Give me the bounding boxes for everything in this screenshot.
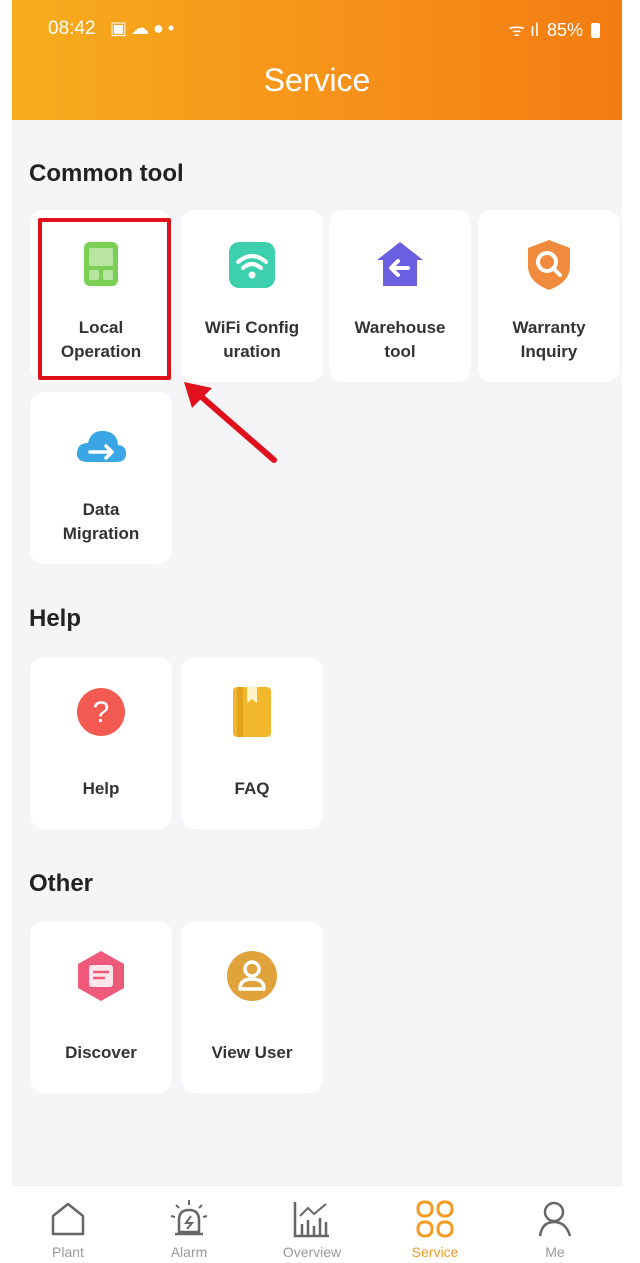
tile-label: FAQ <box>234 779 270 798</box>
help-question-icon: ? <box>77 688 125 736</box>
status-bar: 08:42 ▣☁●• ᯤ ıl 85% <box>12 0 622 56</box>
section-title-other: Other <box>29 870 94 897</box>
status-time: 08:42 <box>48 18 96 39</box>
tile-faq[interactable]: FAQ <box>181 657 323 829</box>
cloud-migration-icon <box>76 430 127 462</box>
tile-label: View User <box>211 1043 293 1062</box>
nav-item-service[interactable]: Service <box>385 1196 485 1260</box>
notification-icons: ▣☁●• <box>110 18 179 38</box>
battery-icon <box>591 22 600 38</box>
tile-label: Help <box>82 779 120 798</box>
wifi-icon <box>229 242 275 288</box>
nav-item-me[interactable]: Me <box>505 1196 605 1260</box>
chart-icon <box>293 1202 329 1238</box>
tile-view-user[interactable]: View User <box>181 921 323 1093</box>
tile-help[interactable]: ? Help <box>30 657 172 829</box>
tile-wifi-configuration[interactable]: WiFi Config uration <box>181 210 323 382</box>
section-title-common: Common tool <box>29 160 184 187</box>
tile-label: Warehouse tool <box>354 318 446 361</box>
battery-level: 85% <box>546 19 583 40</box>
tile-data-migration[interactable]: Data Migration <box>30 392 172 564</box>
tile-label: Warranty Inquiry <box>512 318 586 361</box>
svg-text:?: ? <box>93 696 110 729</box>
service-grid-icon <box>416 1200 454 1238</box>
tile-discover[interactable]: Discover <box>30 921 172 1093</box>
faq-book-icon <box>233 687 271 737</box>
section-title-help: Help <box>29 605 82 632</box>
discover-icon <box>78 951 124 1001</box>
nav-item-overview[interactable]: Overview <box>262 1196 362 1260</box>
bottom-nav: Plant Alarm Overview Service Me <box>12 1185 622 1263</box>
tile-label: Discover <box>65 1043 137 1062</box>
tile-warehouse-tool[interactable]: Warehouse tool <box>329 210 471 382</box>
service-screen: 08:42 ▣☁●• ᯤ ıl 85% Service Common tool … <box>12 0 622 1263</box>
nav-item-alarm[interactable]: Alarm <box>139 1196 239 1260</box>
warehouse-icon <box>377 242 423 286</box>
nav-label: Plant <box>52 1244 84 1260</box>
nav-label: Service <box>411 1244 459 1260</box>
nav-label: Overview <box>282 1244 342 1260</box>
app-header: 08:42 ▣☁●• ᯤ ıl 85% Service <box>12 0 622 120</box>
page-title: Service <box>263 62 371 98</box>
annotation-arrow-icon <box>184 382 277 463</box>
wifi-signal-icon: ᯤ ıl <box>508 20 539 40</box>
nav-item-plant[interactable]: Plant <box>18 1196 118 1260</box>
nav-label: Alarm <box>170 1244 208 1260</box>
nav-label: Me <box>545 1244 565 1260</box>
highlight-box <box>38 218 171 380</box>
status-right: ᯤ ıl 85% <box>509 18 600 42</box>
home-icon <box>51 1202 85 1236</box>
alarm-icon <box>170 1200 208 1236</box>
tile-label: WiFi Config uration <box>204 318 300 361</box>
warranty-shield-icon <box>528 240 570 290</box>
tile-warranty-inquiry[interactable]: Warranty Inquiry <box>478 210 620 382</box>
tile-label: Data Migration <box>62 500 140 543</box>
person-icon <box>538 1201 572 1237</box>
user-icon <box>227 951 277 1001</box>
